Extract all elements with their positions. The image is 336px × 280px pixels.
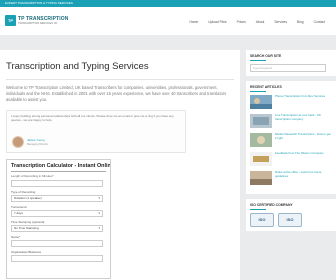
site-logo[interactable]: TP TP TRANSCRIPTION TRANSCRIPTION SERVIC… <box>5 15 68 28</box>
recent-articles-title: RECENT ARTICLES <box>250 85 282 89</box>
iso-badge-icon: ISO <box>250 213 274 227</box>
article-thumbnail <box>250 171 272 185</box>
main-nav: Home Upload Files Prices About Services … <box>184 18 330 26</box>
organisation-label: Organisation/Business <box>11 249 42 254</box>
avatar <box>12 135 24 148</box>
name-input[interactable] <box>11 239 103 247</box>
article-thumbnail <box>250 133 272 147</box>
nav-item-upload-files[interactable]: Upload Files <box>203 18 231 26</box>
calculator-length-label: Length of Recording in Minutes* <box>11 173 54 178</box>
site-header: TP TP TRANSCRIPTION TRANSCRIPTION SERVIC… <box>0 7 336 35</box>
testimonial-box: I enjoy building strong personal relatio… <box>6 109 186 153</box>
article-item[interactable]: Market Research Transcription - How to g… <box>250 133 332 148</box>
article-item[interactable]: Live Transcription at your bank - UK tra… <box>250 114 332 129</box>
logo-mark-icon: TP <box>5 15 16 26</box>
recording-type-select[interactable]: Dictation (1 speaker) <box>11 194 103 202</box>
article-thumbnail <box>250 152 272 166</box>
testimonial-role: Managing Director <box>27 142 49 146</box>
widget-divider <box>250 209 266 210</box>
brand-tagline: TRANSCRIPTION SERVICES UK <box>18 22 58 25</box>
calculator-title: Transcription Calculator - Instant Onlin… <box>11 162 111 169</box>
recent-articles-widget: RECENT ARTICLES Phone Transcription from… <box>246 81 336 194</box>
search-input[interactable]: Type Keyword <box>250 64 326 72</box>
page-title: Transcription and Typing Services <box>6 61 149 72</box>
certification-badges: ISO ISO <box>250 213 332 227</box>
certification-title: ISO CERTIFIED COMPANY <box>250 203 293 207</box>
article-title: Market Research Transcription - How to g… <box>275 133 331 140</box>
testimonial-name: Jackie Young <box>27 137 45 142</box>
recording-type-label: Type of Recording <box>11 189 36 194</box>
nav-item-prices[interactable]: Prices <box>232 18 251 26</box>
nav-item-blog[interactable]: Blog <box>292 18 309 26</box>
widget-divider <box>250 91 266 92</box>
sidebar: SEARCH OUR SITE Type Keyword RECENT ARTI… <box>246 50 336 280</box>
main-content: Transcription and Typing Services Welcom… <box>0 50 240 280</box>
article-title: Rules at the office - work from home gui… <box>275 171 322 178</box>
article-item[interactable]: Feedback from The Weston Company <box>250 152 332 167</box>
nav-item-about[interactable]: About <box>251 18 270 26</box>
top-bar: EXPERT TRANSCRIPTION & TYPING SERVICES <box>0 0 336 7</box>
nav-item-contact[interactable]: Contact <box>309 18 330 26</box>
widget-divider <box>250 60 266 61</box>
article-title: Phone Transcription from Rev Services <box>275 95 326 98</box>
search-widget: SEARCH OUR SITE Type Keyword <box>246 50 336 76</box>
name-label: Name* <box>11 234 21 239</box>
intro-paragraph: Welcome to TP Transcription Limited, UK … <box>6 85 227 103</box>
time-stamping-label: Time Stamping (optional) <box>11 219 45 224</box>
calculator-divider <box>11 170 106 172</box>
article-item[interactable]: Phone Transcription from Rev Services <box>250 95 332 110</box>
turnaround-label: Turnaround <box>11 204 27 209</box>
organisation-input[interactable] <box>11 254 103 262</box>
testimonial-text: I enjoy building strong personal relatio… <box>11 113 174 123</box>
top-bar-text: EXPERT TRANSCRIPTION & TYPING SERVICES <box>5 1 73 5</box>
length-input[interactable] <box>11 179 103 187</box>
iso-badge-icon: ISO <box>278 213 302 227</box>
time-stamping-select[interactable]: No Time Stamping <box>11 224 103 232</box>
article-thumbnail <box>250 114 272 128</box>
nav-item-home[interactable]: Home <box>184 18 203 26</box>
article-item[interactable]: Rules at the office - work from home gui… <box>250 171 332 186</box>
article-thumbnail <box>250 95 272 109</box>
quote-calculator: Transcription Calculator - Instant Onlin… <box>6 158 111 279</box>
certification-widget: ISO CERTIFIED COMPANY ISO ISO <box>246 199 336 231</box>
article-title: Live Transcription at your bank - UK tra… <box>275 114 321 121</box>
turnaround-select[interactable]: 7 days <box>11 209 103 217</box>
nav-item-services[interactable]: Services <box>269 18 292 26</box>
search-widget-title: SEARCH OUR SITE <box>250 54 282 58</box>
title-divider <box>6 79 234 80</box>
article-title: Feedback from The Weston Company <box>275 152 324 155</box>
